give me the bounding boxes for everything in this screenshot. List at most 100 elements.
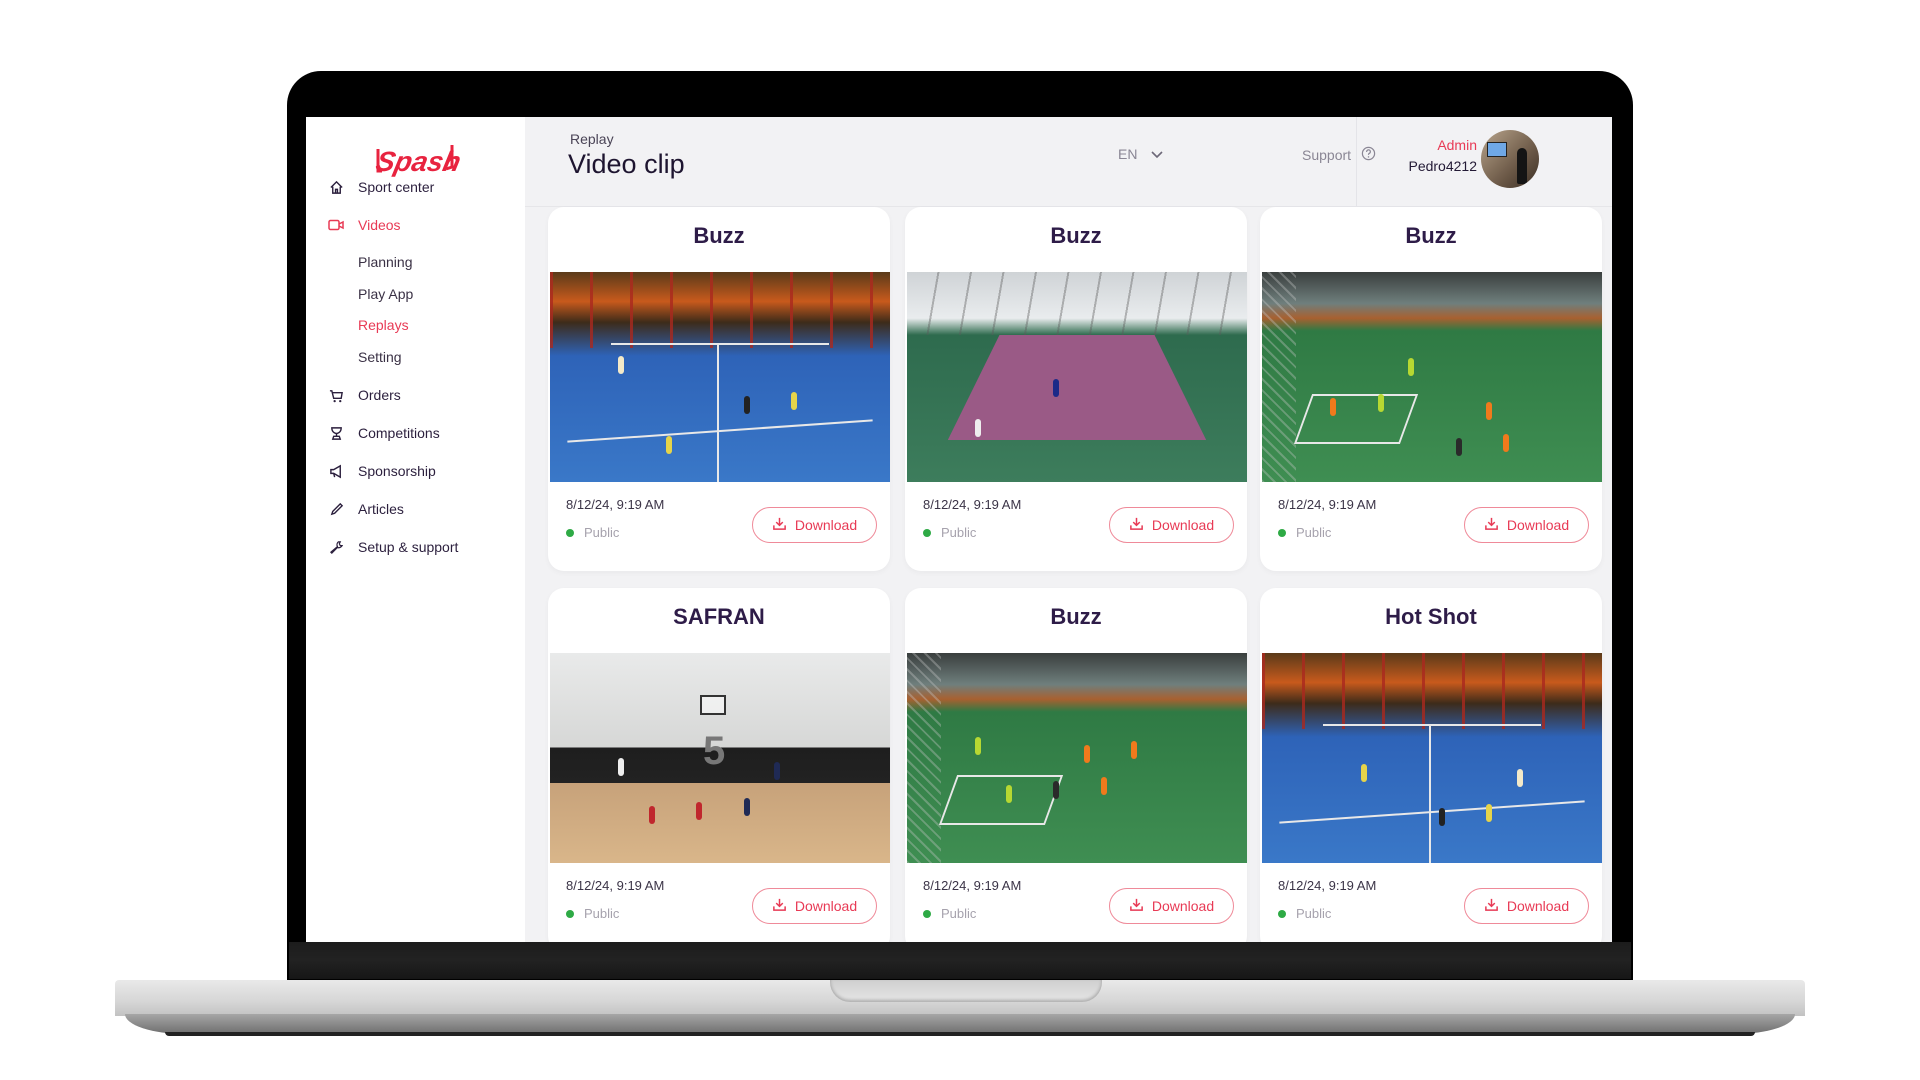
clip-title: Buzz: [1050, 604, 1102, 629]
sidebar-item-label: Setup & support: [358, 539, 459, 555]
laptop-notch: [830, 980, 1102, 1002]
trophy-icon: [328, 425, 344, 441]
status-dot-icon: [1278, 528, 1286, 537]
player-figure: [665, 435, 672, 454]
support-label: Support: [1302, 147, 1352, 163]
player-figure: [1517, 768, 1523, 787]
player-figure: [743, 395, 750, 414]
clip-visibility: Public: [923, 525, 976, 540]
sidebar-item-sport-center[interactable]: Sport center: [328, 179, 434, 195]
sidebar-subitem-replays[interactable]: Replays: [358, 317, 409, 333]
player-figure: [1503, 433, 1510, 452]
laptop-base-edge: [165, 1032, 1755, 1036]
player-figure: [774, 762, 781, 781]
clip-title: Buzz: [1050, 223, 1102, 248]
download-icon: [1129, 897, 1144, 915]
status-dot-icon: [566, 909, 574, 918]
player-figure: [975, 419, 981, 437]
clip-date: 8/12/24, 9:19 AM: [1278, 878, 1377, 893]
visibility-label: Public: [1296, 525, 1332, 540]
clip-thumbnail[interactable]: [907, 272, 1247, 482]
help-circle-icon: [1361, 146, 1376, 164]
clip-title: Hot Shot: [1385, 604, 1477, 629]
status-dot-icon: [1278, 909, 1286, 918]
clip-card[interactable]: SAFRAN 5 8/12/24, 9:19 AM Public Downloa…: [548, 588, 890, 942]
download-button[interactable]: Download: [1109, 507, 1234, 543]
clip-visibility: Public: [923, 906, 976, 921]
download-label: Download: [794, 517, 858, 533]
sidebar-item-competitions[interactable]: Competitions: [328, 425, 440, 441]
clip-thumbnail[interactable]: [550, 272, 890, 482]
player-figure: [743, 797, 750, 816]
clip-date: 8/12/24, 9:19 AM: [566, 497, 665, 512]
sidebar-item-label: Articles: [358, 501, 404, 517]
player-figure: [1053, 781, 1060, 800]
avatar[interactable]: [1481, 130, 1539, 188]
megaphone-icon: [328, 463, 344, 479]
download-label: Download: [1151, 517, 1215, 533]
user-role: Admin: [1437, 137, 1477, 153]
sidebar-subitem-setting[interactable]: Setting: [358, 349, 402, 365]
download-button[interactable]: Download: [1109, 888, 1234, 924]
clip-visibility: Public: [1278, 525, 1331, 540]
clip-thumbnail[interactable]: [1262, 272, 1602, 482]
clip-date: 8/12/24, 9:19 AM: [566, 878, 665, 893]
sidebar-subitem-planning[interactable]: Planning: [358, 254, 413, 270]
player-figure: [618, 758, 624, 776]
sidebar-item-articles[interactable]: Articles: [328, 501, 404, 517]
download-button[interactable]: Download: [1464, 507, 1589, 543]
status-dot-icon: [923, 909, 931, 918]
player-figure: [1438, 808, 1445, 827]
laptop-base-lower: [125, 1014, 1795, 1034]
download-label: Download: [794, 898, 858, 914]
sidebar: Spash Sport center Videos Planning Play …: [306, 117, 525, 942]
download-button[interactable]: Download: [1464, 888, 1589, 924]
player-figure: [1083, 745, 1090, 764]
clip-card[interactable]: Hot Shot 8/12/24, 9:19 AM Public Downloa…: [1260, 588, 1602, 942]
player-figure: [1330, 398, 1336, 416]
player-figure: [1005, 785, 1012, 804]
download-button[interactable]: Download: [752, 507, 877, 543]
top-header: Replay Video clip EN Support Admin Pedro…: [525, 117, 1612, 207]
status-dot-icon: [566, 528, 574, 537]
clip-thumbnail[interactable]: 5: [550, 653, 890, 863]
download-icon: [772, 897, 787, 915]
sidebar-item-sponsorship[interactable]: Sponsorship: [328, 463, 436, 479]
sidebar-item-label: Competitions: [358, 425, 440, 441]
chevron-down-icon: [1151, 146, 1164, 162]
player-figure: [648, 806, 655, 825]
clip-card[interactable]: Buzz 8/12/24, 9:19 AM Public Download: [548, 207, 890, 571]
sidebar-item-videos[interactable]: Videos: [328, 217, 401, 233]
player-figure: [618, 356, 624, 374]
player-figure: [1360, 764, 1367, 783]
player-figure: [791, 391, 798, 410]
clip-card[interactable]: Buzz 8/12/24, 9:19 AM Public Download: [905, 207, 1247, 571]
support-link[interactable]: Support: [1302, 146, 1376, 164]
player-figure: [1455, 437, 1462, 456]
clip-title: Buzz: [1405, 223, 1457, 248]
player-figure: [1053, 379, 1060, 398]
app-screen: Spash Sport center Videos Planning Play …: [306, 117, 1612, 942]
clip-thumbnail[interactable]: [907, 653, 1247, 863]
sidebar-item-orders[interactable]: Orders: [328, 387, 401, 403]
sidebar-item-label: Orders: [358, 387, 401, 403]
clip-card[interactable]: Buzz 8/12/24, 9:19 AM Public Download: [1260, 207, 1602, 571]
user-name[interactable]: Pedro4212: [1408, 158, 1477, 174]
pencil-icon: [328, 501, 344, 517]
language-selector[interactable]: EN: [1118, 146, 1164, 162]
sidebar-item-setup-support[interactable]: Setup & support: [328, 539, 458, 555]
player-figure: [975, 737, 981, 755]
clip-visibility: Public: [566, 906, 619, 921]
player-figure: [1486, 804, 1493, 823]
breadcrumb[interactable]: Replay: [570, 131, 614, 147]
hoop: [699, 695, 726, 715]
download-button[interactable]: Download: [752, 888, 877, 924]
clip-title: SAFRAN: [673, 604, 765, 629]
cart-icon: [328, 387, 344, 403]
clip-card[interactable]: Buzz 8/12/24, 9:19 AM Public Download: [905, 588, 1247, 942]
laptop-bezel-bottom: [289, 942, 1631, 979]
clip-visibility: Public: [1278, 906, 1331, 921]
clip-thumbnail[interactable]: [1262, 653, 1602, 863]
sidebar-subitem-play-app[interactable]: Play App: [358, 286, 413, 302]
home-icon: [328, 179, 344, 195]
